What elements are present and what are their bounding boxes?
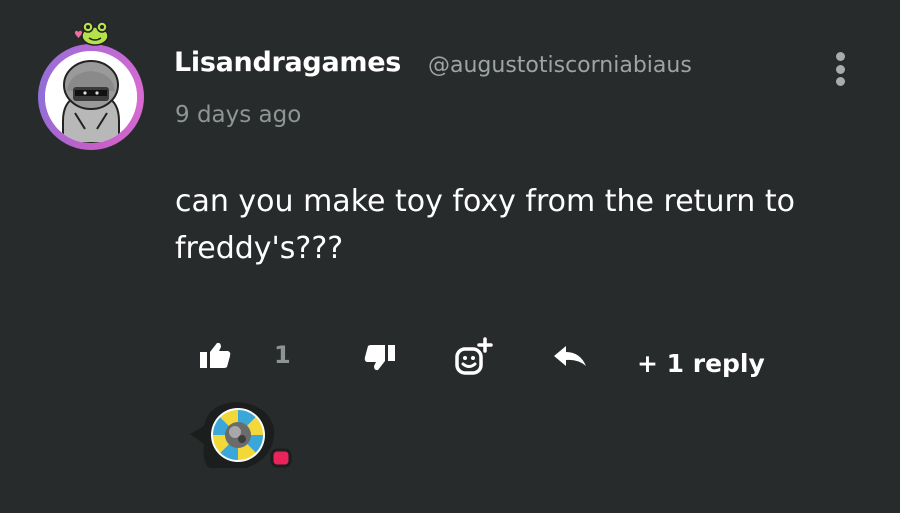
add-reaction-button[interactable] xyxy=(452,337,494,379)
more-options-icon[interactable] xyxy=(828,52,852,86)
hooded-character-icon xyxy=(45,51,137,143)
reply-button[interactable] xyxy=(550,342,590,374)
comment-timestamp: 9 days ago xyxy=(175,102,302,128)
reply-arrow-icon xyxy=(554,346,586,366)
thumbs-down-icon xyxy=(364,345,395,371)
like-count: 1 xyxy=(274,341,291,369)
avatar-ring xyxy=(38,44,144,150)
frog-badge-icon xyxy=(81,21,109,46)
thumbs-up-icon xyxy=(200,342,231,368)
like-button[interactable] xyxy=(197,340,233,370)
add-reaction-icon xyxy=(455,337,493,375)
avatar-image xyxy=(45,51,137,143)
author-name[interactable]: Lisandragames xyxy=(174,47,401,78)
avatar[interactable]: ♥ xyxy=(38,21,148,150)
author-handle[interactable]: @augustotiscorniabiaus xyxy=(428,53,692,78)
view-replies-link[interactable]: + 1 reply xyxy=(637,349,765,378)
reply-preview-bubble[interactable] xyxy=(190,398,300,478)
comment-body: can you make toy foxy from the return to… xyxy=(175,184,795,266)
reply-avatar-bubble xyxy=(190,402,292,468)
dislike-button[interactable] xyxy=(360,342,400,374)
